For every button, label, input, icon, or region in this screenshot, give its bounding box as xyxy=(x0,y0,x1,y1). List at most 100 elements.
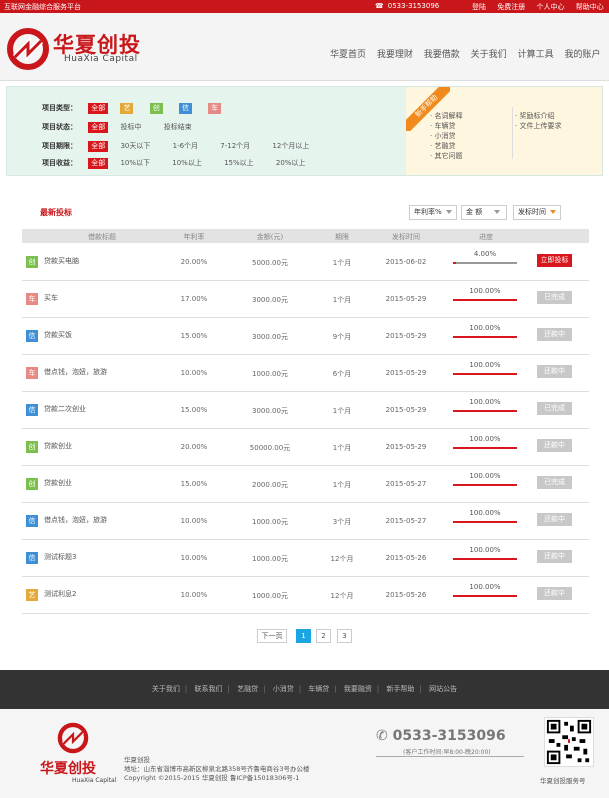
table-row[interactable]: 创贷款创业 15.00% 2000.00元 1个月 2015-05-27 100.00% 已… xyxy=(22,466,589,503)
loan-title[interactable]: 买车 xyxy=(44,293,58,303)
filter-status-ended[interactable]: 投标结束 xyxy=(164,122,192,132)
top-bar: 互联网金融综合服务平台 ☎ 0533-3153096 登陆 免费注册 个人中心 帮… xyxy=(0,0,609,13)
register-link[interactable]: 免费注册 xyxy=(497,3,525,11)
footer-link[interactable]: 网站公告 xyxy=(429,685,457,693)
footer-logo-icon xyxy=(57,722,89,754)
filter-yield-all[interactable]: 全部 xyxy=(88,158,109,169)
progress-label: 100.00% xyxy=(469,324,501,332)
nav-borrow[interactable]: 我要借款 xyxy=(424,50,460,60)
help-link[interactable]: · 名词解释 xyxy=(430,111,462,121)
nav-calculator[interactable]: 计算工具 xyxy=(518,50,554,60)
footer-link[interactable]: 联系我们 xyxy=(195,685,223,693)
table-row[interactable]: 信贷款二次创业 15.00% 3000.00元 1个月 2015-05-29 100.00… xyxy=(22,392,589,429)
progress-bar xyxy=(453,521,517,523)
footer-hours: (客户工作时间:早8:00-晚20:00) xyxy=(403,749,491,756)
footer-nav: 关于我们 | 联系我们 | 艺融贷 | 小消贷 | 车辆贷 | 我要融资 | 新手帮助 | 网… xyxy=(0,670,609,709)
filter-status-all[interactable]: 全部 xyxy=(88,122,109,133)
progress-bar xyxy=(453,336,517,338)
loan-title[interactable]: 贷款买饭 xyxy=(44,330,72,340)
loan-title[interactable]: 测试利息2 xyxy=(44,589,76,599)
loan-title[interactable]: 贷款创业 xyxy=(44,441,72,451)
sort-date-button[interactable]: 发标时间 xyxy=(513,205,561,220)
filter-period-opt[interactable]: 12个月以上 xyxy=(272,141,309,151)
filter-type-all[interactable]: 全部 xyxy=(88,103,109,114)
loan-date: 2015-05-27 xyxy=(385,480,427,488)
loan-amount: 3000.00元 xyxy=(252,407,288,415)
loan-action-button[interactable]: 已完成 xyxy=(537,402,572,415)
table-row[interactable]: 信测试标题3 10.00% 1000.00元 12个月 2015-05-26 100.00… xyxy=(22,540,589,577)
table-row[interactable]: 创贷款创业 20.00% 50000.00元 1个月 2015-05-29 100.00%… xyxy=(22,429,589,466)
page-1-button[interactable]: 1 xyxy=(296,629,311,643)
filter-status-bidding[interactable]: 投标中 xyxy=(120,122,141,132)
loan-title[interactable]: 贷款买电脑 xyxy=(44,256,79,266)
type-chuang-icon[interactable]: 创 xyxy=(149,103,163,114)
sort-amount-button[interactable]: 金 额 xyxy=(461,205,507,220)
help-link[interactable]: · 车辆贷 xyxy=(430,121,462,131)
type-che-icon[interactable]: 车 xyxy=(208,103,222,114)
help-link[interactable]: · 文件上传要求 xyxy=(515,121,561,131)
help-link[interactable]: · 其它问题 xyxy=(430,151,462,161)
loan-action-button[interactable]: 立即投标 xyxy=(537,254,572,267)
top-slogan: 互联网金融综合服务平台 xyxy=(4,3,81,11)
loan-title[interactable]: 贷款创业 xyxy=(44,478,72,488)
loan-rate: 17.00% xyxy=(180,295,208,303)
type-yi-icon[interactable]: 艺 xyxy=(120,103,134,114)
footer-link[interactable]: 新手帮助 xyxy=(386,685,414,693)
loan-rate: 20.00% xyxy=(180,258,208,266)
page-3-button[interactable]: 3 xyxy=(337,629,352,643)
filter-period-opt[interactable]: 30天以下 xyxy=(120,141,150,151)
loan-amount: 5000.00元 xyxy=(252,259,288,267)
filter-yield-opt[interactable]: 10%以下 xyxy=(120,158,150,168)
loan-action-button[interactable]: 已完成 xyxy=(537,291,572,304)
table-row[interactable]: 创贷款买电脑 20.00% 5000.00元 1个月 2015-06-02 4.00% 立即… xyxy=(22,244,589,281)
help-center-link[interactable]: 帮助中心 xyxy=(576,3,604,11)
footer-link[interactable]: 艺融贷 xyxy=(237,685,258,693)
loan-action-button[interactable]: 还款中 xyxy=(537,587,572,600)
footer-link[interactable]: 车辆贷 xyxy=(308,685,329,693)
loan-action-button[interactable]: 已完成 xyxy=(537,476,572,489)
footer-link[interactable]: 小消贷 xyxy=(273,685,294,693)
loan-action-button[interactable]: 还款中 xyxy=(537,328,572,341)
table-row[interactable]: 车借点钱，泡妞，旅游 10.00% 1000.00元 6个月 2015-05-29 100… xyxy=(22,355,589,392)
table-row[interactable]: 信借点钱，泡妞，旅游 10.00% 1000.00元 3个月 2015-05-27 100… xyxy=(22,503,589,540)
progress-fill xyxy=(453,595,517,597)
user-center-link[interactable]: 个人中心 xyxy=(536,3,564,11)
loan-rate: 15.00% xyxy=(180,332,208,340)
footer-link[interactable]: 关于我们 xyxy=(152,685,180,693)
filter-period-opt[interactable]: 7-12个月 xyxy=(220,141,250,151)
loan-action-button[interactable]: 还款中 xyxy=(537,439,572,452)
table-row[interactable]: 信贷款买饭 15.00% 3000.00元 9个月 2015-05-29 100.00% 还… xyxy=(22,318,589,355)
sort-rate-button[interactable]: 年利率% xyxy=(409,205,457,220)
loan-title[interactable]: 借点钱，泡妞，旅游 xyxy=(44,367,107,377)
loan-title[interactable]: 测试标题3 xyxy=(44,552,76,562)
loan-action-button[interactable]: 还款中 xyxy=(537,513,572,526)
loan-rate: 15.00% xyxy=(180,480,208,488)
filter-yield-opt[interactable]: 15%以上 xyxy=(224,158,254,168)
help-link[interactable]: · 小消贷 xyxy=(430,131,462,141)
nav-invest[interactable]: 我要理财 xyxy=(377,50,413,60)
progress-label: 100.00% xyxy=(469,435,501,443)
loan-action-button[interactable]: 还款中 xyxy=(537,550,572,563)
filter-yield-opt[interactable]: 20%以上 xyxy=(276,158,306,168)
loan-title[interactable]: 借点钱，泡妞，旅游 xyxy=(44,515,107,525)
filter-yield-opt[interactable]: 10%以上 xyxy=(172,158,202,168)
footer-link[interactable]: 我要融资 xyxy=(344,685,372,693)
loan-amount: 2000.00元 xyxy=(252,481,288,489)
filter-period-opt[interactable]: 1-6个月 xyxy=(173,141,198,151)
page-2-button[interactable]: 2 xyxy=(316,629,331,643)
table-row[interactable]: 艺测试利息2 10.00% 1000.00元 12个月 2015-05-26 100.00… xyxy=(22,577,589,614)
progress-label: 4.00% xyxy=(473,250,497,258)
help-link[interactable]: · 奖励标介绍 xyxy=(515,111,561,121)
help-link[interactable]: · 艺融贷 xyxy=(430,141,462,151)
nav-home[interactable]: 华夏首页 xyxy=(330,50,366,60)
nav-about[interactable]: 关于我们 xyxy=(471,50,507,60)
loan-title[interactable]: 贷款二次创业 xyxy=(44,404,86,414)
table-row[interactable]: 车买车 17.00% 3000.00元 1个月 2015-05-29 100.00% 已完成 xyxy=(22,281,589,318)
login-link[interactable]: 登陆 xyxy=(472,3,486,11)
type-xin-icon[interactable]: 信 xyxy=(178,103,192,114)
loan-action-button[interactable]: 还款中 xyxy=(537,365,572,378)
next-page-button[interactable]: 下一页 xyxy=(257,629,287,643)
nav-account[interactable]: 我的账户 xyxy=(564,50,600,60)
logo-icon[interactable] xyxy=(6,27,50,71)
filter-period-all[interactable]: 全部 xyxy=(88,141,109,152)
